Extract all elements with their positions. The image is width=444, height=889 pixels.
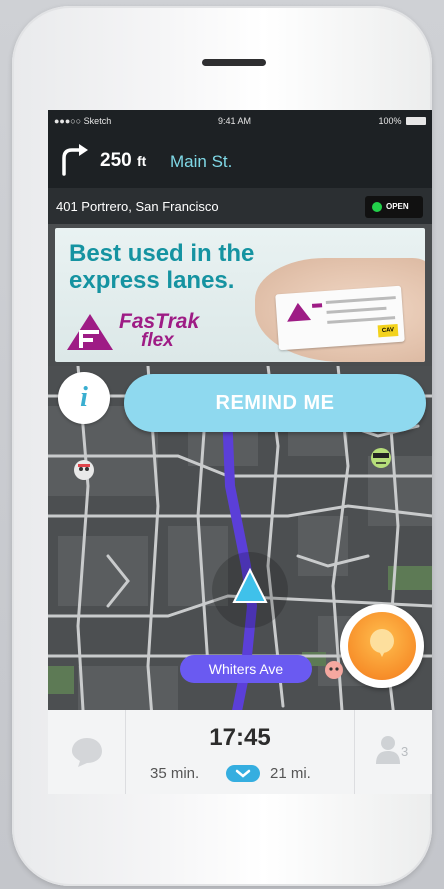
wazer-icon-3 — [325, 661, 343, 679]
remind-me-label: REMIND ME — [215, 392, 335, 414]
brand-subname: flex — [141, 330, 174, 351]
card-tag: CAV — [377, 323, 399, 338]
status-dot-icon — [372, 202, 382, 212]
open-status-badge: OPEN — [365, 196, 423, 218]
users-button[interactable]: 3 — [354, 710, 432, 794]
users-count: 3 — [401, 744, 409, 759]
info-button[interactable]: i — [58, 372, 110, 424]
destination-address: 401 Portrero, San Francisco — [56, 199, 219, 214]
chat-button[interactable] — [48, 710, 126, 794]
open-status-label: OPEN — [386, 202, 409, 211]
status-bar: ●●●○○ Sketch 9:41 AM 100% — [48, 110, 432, 132]
report-button[interactable] — [340, 604, 424, 688]
fastrak-logo-icon — [67, 314, 113, 350]
trip-duration: 35 min. — [150, 765, 200, 782]
turn-instruction-bar[interactable]: 250 ft Main St. — [48, 132, 432, 188]
phone-frame: i REMIND ME Whiters Ave ●●●○○ Sketch 9:4… — [12, 6, 432, 886]
trip-info-bar: 17:45 35 min. 21 mi. 3 — [48, 710, 432, 794]
chevron-down-icon — [235, 769, 251, 778]
info-icon: i — [80, 382, 88, 413]
wazer-icon-1 — [74, 460, 94, 480]
trip-distance: 21 mi. — [270, 765, 311, 782]
street-name-label: Whiters Ave — [180, 655, 312, 683]
toll-card-image: CAV — [275, 285, 405, 351]
chat-bubble-icon — [72, 738, 102, 767]
users-icon — [376, 736, 400, 764]
battery-icon — [406, 117, 426, 125]
eta-panel[interactable]: 17:45 35 min. 21 mi. — [126, 710, 354, 794]
report-icon — [348, 612, 416, 680]
phone-speaker — [202, 59, 266, 66]
next-street: Main St. — [170, 152, 233, 171]
status-time: 9:41 AM — [218, 116, 252, 126]
turn-right-icon — [62, 144, 88, 176]
remind-me-button[interactable]: REMIND ME — [124, 374, 426, 432]
turn-distance-unit: ft — [136, 153, 147, 169]
ad-banner[interactable]: Best used in the express lanes. CAV FasT… — [55, 228, 425, 362]
wazer-icon-2 — [371, 448, 391, 468]
turn-distance: 250 ft — [100, 150, 146, 172]
eta-time: 17:45 — [209, 724, 271, 751]
turn-distance-value: 250 — [100, 150, 132, 171]
expand-trip-button[interactable] — [226, 765, 260, 782]
battery-percent: 100% — [378, 116, 402, 126]
carrier-label: ●●●○○ Sketch — [54, 116, 112, 126]
card-logo-icon — [287, 302, 323, 322]
app-screen: i REMIND ME Whiters Ave ●●●○○ Sketch 9:4… — [48, 110, 432, 794]
battery-status: 100% — [378, 116, 426, 126]
destination-bar[interactable]: 401 Portrero, San Francisco OPEN — [48, 188, 432, 224]
